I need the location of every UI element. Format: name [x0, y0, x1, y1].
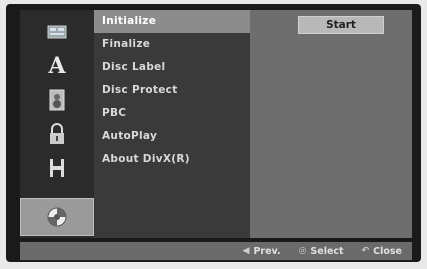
prev-label: Prev. — [253, 245, 281, 257]
film-reel-icon[interactable] — [28, 154, 86, 182]
menu-item-pbc[interactable]: PBC — [94, 102, 250, 125]
prev-hint[interactable]: ◀ Prev. — [243, 246, 281, 257]
disc-menu-list: Initialize Finalize Disc Label Disc Prot… — [94, 10, 250, 238]
menu-item-initialize[interactable]: Initialize — [94, 10, 250, 33]
help-bar: ◀ Prev. ◎ Select ↶ Close — [20, 242, 412, 260]
menu-item-disc-label[interactable]: Disc Label — [94, 56, 250, 79]
start-button[interactable]: Start — [298, 16, 384, 34]
close-label: Close — [373, 245, 402, 257]
menu-item-disc-protect[interactable]: Disc Protect — [94, 79, 250, 102]
setup-screen: A Initialize Finalize Disc Label Disc Pr… — [6, 4, 421, 262]
audio-speaker-icon[interactable] — [28, 86, 86, 114]
disc-menu-icon[interactable] — [28, 18, 86, 46]
category-sidebar: A — [20, 10, 94, 238]
disc-options-icon[interactable] — [20, 198, 94, 236]
return-icon: ↶ — [361, 246, 370, 256]
select-hint[interactable]: ◎ Select — [299, 246, 344, 257]
option-panel: Start — [250, 10, 412, 238]
menu-item-autoplay[interactable]: AutoPlay — [94, 125, 250, 148]
language-icon-glyph: A — [48, 53, 66, 79]
left-arrow-icon: ◀ — [242, 246, 250, 256]
select-label: Select — [310, 245, 344, 257]
language-icon[interactable]: A — [28, 52, 86, 80]
menu-item-about-divx[interactable]: About DivX(R) — [94, 148, 250, 171]
enter-button-icon: ◎ — [298, 246, 307, 256]
lock-icon[interactable] — [28, 120, 86, 148]
menu-item-finalize[interactable]: Finalize — [94, 33, 250, 56]
close-hint[interactable]: ↶ Close — [362, 246, 402, 257]
